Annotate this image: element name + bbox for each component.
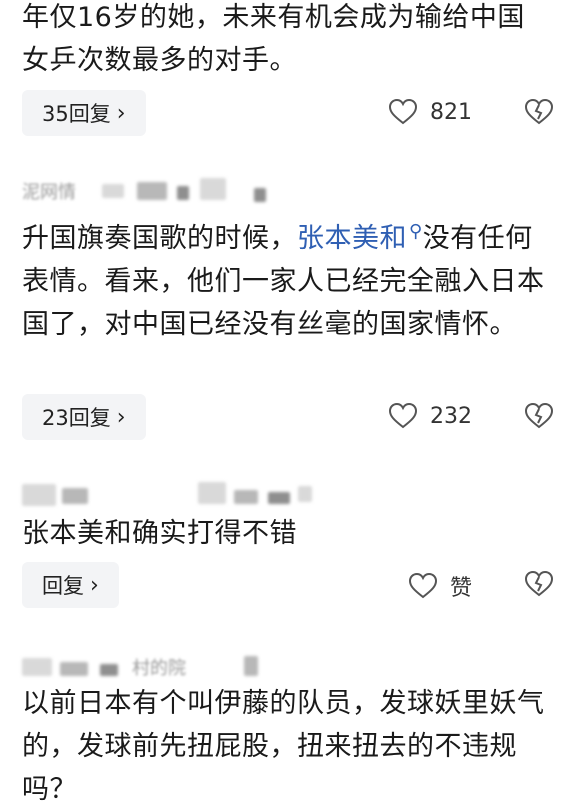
reply-label: 23回复 <box>42 406 111 430</box>
broken-heart-icon <box>524 570 554 598</box>
chevron-right-icon: › <box>116 100 126 126</box>
search-icon[interactable]: ⚲ <box>409 221 423 242</box>
like-button[interactable]: 232 <box>388 402 472 430</box>
comment-text-content: 升国旗奏国歌的时候， <box>22 223 297 254</box>
avatar <box>62 488 88 504</box>
meta-info <box>298 486 312 502</box>
chevron-right-icon: › <box>116 404 126 430</box>
comment-text: 升国旗奏国歌的时候，张本美和 ⚲没有任何表情。看来，他们一家人已经完全融入日本国了… <box>22 210 552 346</box>
heart-outline-icon <box>408 572 438 600</box>
dislike-button[interactable] <box>524 570 554 598</box>
comment-1: 年仅16岁的她，未来有机会成为输给中国女乒次数最多的对手。 35回复 › 821 <box>0 0 576 140</box>
reply-button[interactable]: 23回复 › <box>22 394 146 440</box>
heart-outline-icon <box>388 402 418 430</box>
like-button[interactable]: 赞 <box>408 570 472 602</box>
comment-text: 张本美和确实打得不错 <box>22 512 552 555</box>
broken-heart-icon <box>524 402 554 430</box>
comment-4: 村的院 以前日本有个叫伊藤的队员，发球妖里妖气的，发球前先扭屁股，扭来扭去的不违… <box>0 648 576 806</box>
reply-label: 回复 <box>42 574 84 598</box>
dislike-button[interactable] <box>524 402 554 430</box>
meta-text: 村的院 <box>132 658 186 679</box>
reply-button[interactable]: 35回复 › <box>22 90 146 136</box>
meta-info <box>198 482 226 504</box>
meta-info <box>177 186 189 200</box>
username[interactable] <box>22 484 56 506</box>
heart-outline-icon <box>388 98 418 126</box>
reply-label: 35回复 <box>42 102 111 126</box>
broken-heart-icon <box>524 98 554 126</box>
meta-info <box>200 178 226 200</box>
username[interactable] <box>22 658 52 676</box>
comment-text-content: 年仅16岁的她，未来有机会成为输给中国女乒次数最多的对手。 <box>22 2 525 76</box>
comment-header: 村的院 <box>22 654 342 680</box>
like-count: 821 <box>430 99 472 125</box>
like-label: 赞 <box>449 576 472 601</box>
comment-text-content: 以前日本有个叫伊藤的队员，发球妖里妖气的，发球前先扭屁股，扭来扭去的不违规吗？ <box>22 688 545 805</box>
meta-info <box>100 664 118 676</box>
meta-info <box>254 188 266 202</box>
meta-info <box>137 182 167 200</box>
comment-header: 泥网情 <box>22 178 322 204</box>
dislike-button[interactable] <box>524 98 554 126</box>
meta-info <box>268 492 290 504</box>
chevron-right-icon: › <box>90 572 99 598</box>
comment-text: 以前日本有个叫伊藤的队员，发球妖里妖气的，发球前先扭屁股，扭来扭去的不违规吗？ <box>22 682 552 811</box>
mention-link[interactable]: 张本美和 <box>297 223 407 254</box>
comment-header <box>22 482 342 508</box>
like-count: 232 <box>430 403 472 429</box>
comment-2: 泥网情 升国旗奏国歌的时候，张本美和 ⚲没有任何表情。看来，他们一家人已经完全融入… <box>0 170 576 450</box>
avatar <box>102 184 124 198</box>
like-button[interactable]: 821 <box>388 98 472 126</box>
comment-text: 年仅16岁的她，未来有机会成为输给中国女乒次数最多的对手。 <box>22 0 552 82</box>
meta-info <box>244 656 258 676</box>
comment-3: 张本美和确实打得不错 回复 › 赞 <box>0 476 576 626</box>
comment-text-content: 张本美和确实打得不错 <box>22 518 297 549</box>
avatar <box>60 662 88 676</box>
username[interactable]: 泥网情 <box>22 178 76 204</box>
reply-button[interactable]: 回复 › <box>22 562 119 608</box>
meta-info <box>234 490 258 504</box>
